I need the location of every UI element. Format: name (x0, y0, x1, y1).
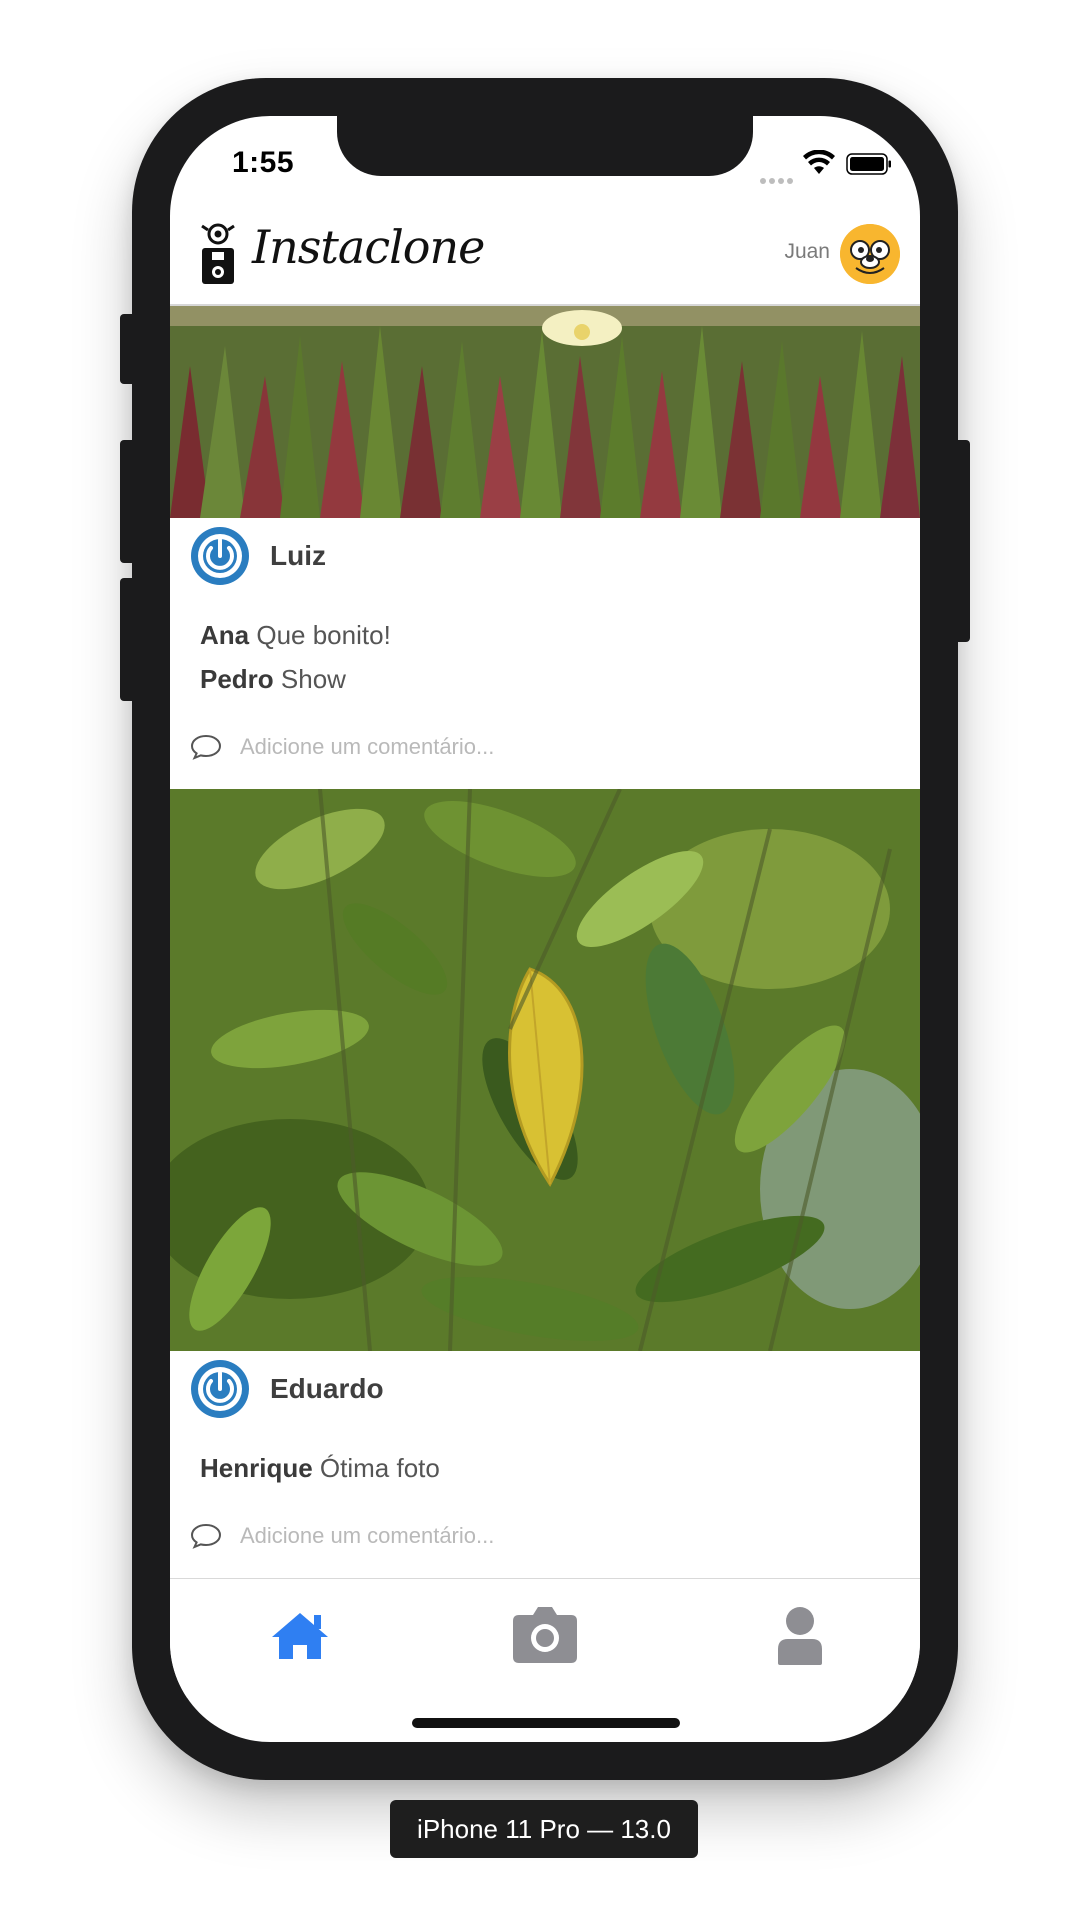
simulator-stage: 1:55 Instaclone Juan Luiz Ana Que bonito… (0, 0, 1090, 1928)
comment-text: Show (280, 664, 346, 694)
comment-author[interactable]: Henrique (200, 1453, 313, 1483)
app-header: Instaclone Juan (170, 204, 920, 306)
comment-bubble-icon (190, 1523, 222, 1549)
user-icon (778, 1607, 822, 1665)
comment-text: Que bonito! (256, 620, 391, 650)
comment-input[interactable] (240, 1519, 840, 1553)
post-image[interactable] (170, 789, 920, 1351)
post-author-row: Eduardo (170, 1351, 920, 1427)
post-author-row: Luiz (170, 518, 920, 594)
feed[interactable]: Luiz Ana Que bonito! Pedro Show Adicione… (170, 306, 920, 1578)
device-label: iPhone 11 Pro — 13.0 (390, 1800, 698, 1858)
tab-camera[interactable] (505, 1593, 585, 1673)
add-comment-row (170, 710, 920, 789)
tab-home[interactable] (260, 1593, 340, 1673)
home-indicator[interactable] (412, 1718, 680, 1728)
header-user-name[interactable]: Juan (784, 240, 830, 264)
post-card: Eduardo Henrique Ótima foto (170, 789, 920, 1578)
bottom-tab-bar (170, 1578, 920, 1698)
instaclone-logo-icon (201, 223, 235, 284)
comment-author[interactable]: Pedro (200, 664, 274, 694)
author-avatar[interactable] (190, 1359, 250, 1419)
comment-bubble-icon (190, 734, 222, 760)
comment-item: Pedro Show (200, 666, 920, 692)
comment-list: Henrique Ótima foto (170, 1427, 920, 1481)
comment-author[interactable]: Ana (200, 620, 249, 650)
comment-item: Ana Que bonito! (200, 622, 920, 648)
succulent-photo (170, 306, 920, 518)
author-avatar[interactable] (190, 526, 250, 586)
comment-item: Henrique Ótima foto (200, 1455, 920, 1481)
post-author-name[interactable]: Luiz (270, 540, 326, 572)
signal-icon (760, 166, 796, 184)
leaves-photo (170, 789, 920, 1351)
comment-list: Ana Que bonito! Pedro Show (170, 594, 920, 692)
phone-screen: 1:55 Instaclone Juan Luiz Ana Que bonito… (170, 116, 920, 1742)
notch (337, 116, 753, 176)
post-card: Luiz Ana Que bonito! Pedro Show (170, 306, 920, 789)
battery-icon (846, 153, 891, 175)
post-author-name[interactable]: Eduardo (270, 1373, 384, 1405)
post-image[interactable] (170, 306, 920, 518)
comment-input[interactable] (240, 730, 840, 764)
add-comment-row (170, 1499, 920, 1578)
status-time: 1:55 (232, 146, 295, 179)
wifi-icon (803, 150, 835, 174)
home-icon (272, 1613, 328, 1659)
tab-profile[interactable] (760, 1593, 840, 1673)
comment-text: Ótima foto (319, 1453, 440, 1483)
app-name-logo: Instaclone (252, 220, 485, 274)
dog-face-icon (840, 224, 900, 284)
user-avatar[interactable] (840, 224, 900, 284)
camera-icon (513, 1607, 577, 1663)
